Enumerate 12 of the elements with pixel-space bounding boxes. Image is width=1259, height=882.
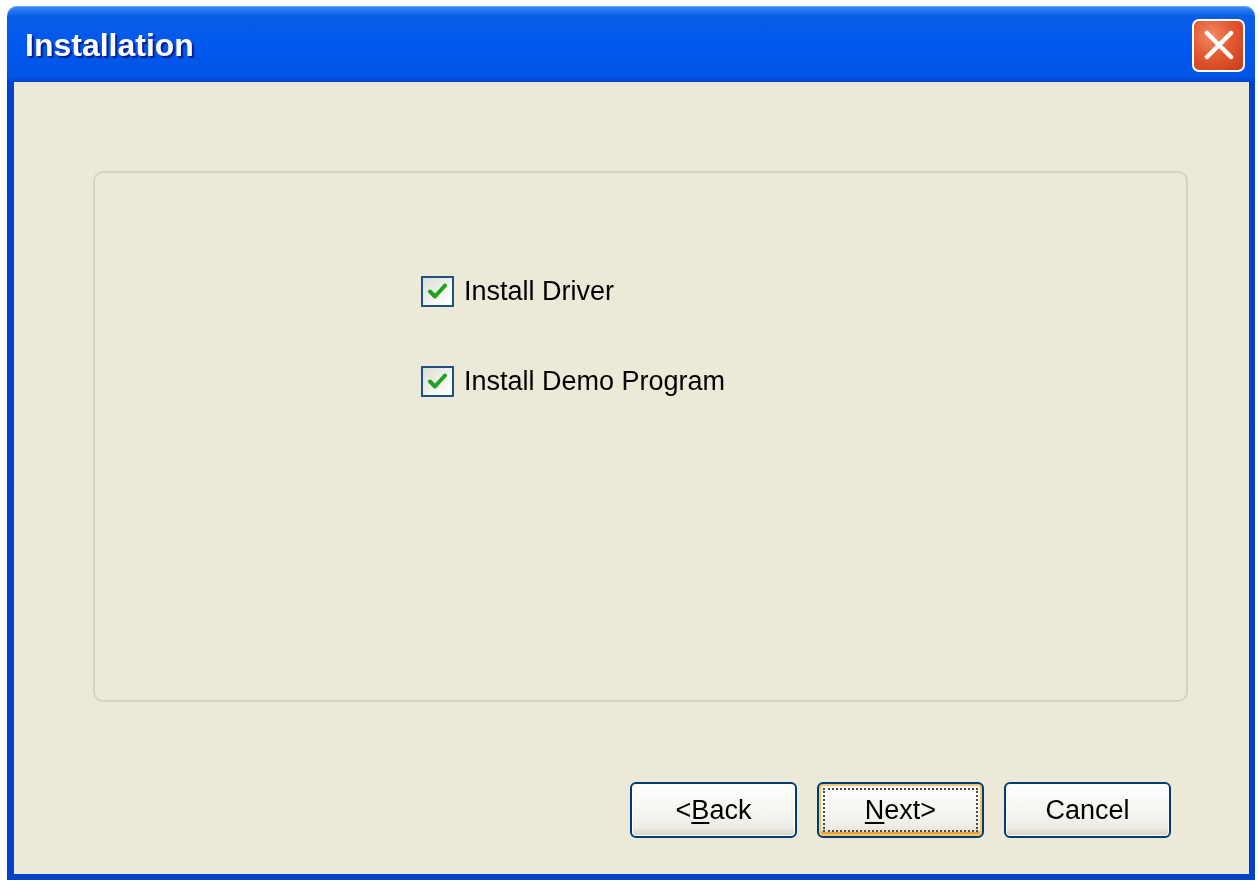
checkbox-label[interactable]: Install Demo Program: [464, 366, 726, 397]
close-button[interactable]: [1192, 18, 1245, 72]
dialog-button[interactable]: Cancel: [1004, 782, 1171, 838]
checkmark-icon: [428, 283, 447, 300]
close-icon: [1203, 30, 1234, 60]
checkbox-label[interactable]: Install Driver: [464, 276, 615, 307]
dialog-button[interactable]: <Back: [630, 782, 797, 838]
checkmark-icon: [428, 373, 447, 390]
window-title: Installation: [25, 26, 194, 64]
dialog-button[interactable]: Next>: [817, 782, 984, 838]
checkbox[interactable]: [421, 366, 454, 397]
checkbox[interactable]: [421, 276, 454, 307]
